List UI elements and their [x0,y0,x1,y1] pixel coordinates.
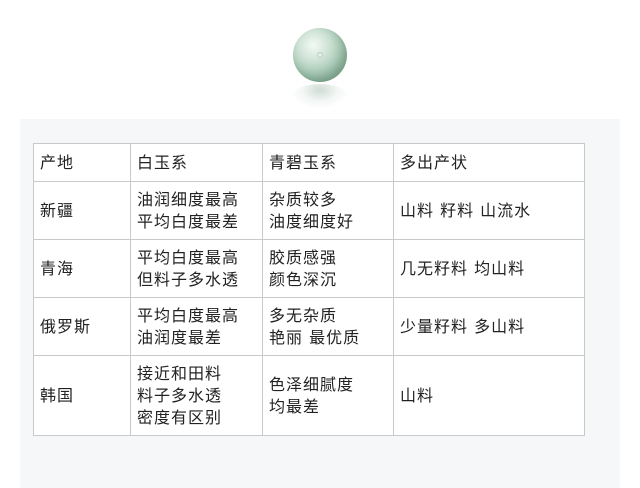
cell-white-jade: 平均白度最高 但料子多水透 [130,239,263,298]
table-row: 俄罗斯 平均白度最高 油润度最差 多无杂质 艳丽 最优质 少量籽料 多山料 [33,297,585,356]
header-origin: 产地 [33,143,131,182]
table-row: 新疆 油润细度最高 平均白度最差 杂质较多 油度细度好 山料 籽料 山流水 [33,181,585,240]
bead-hole [317,52,323,58]
cell-line: 密度有区别 [137,407,223,427]
cell-line: 杂质较多 [269,189,338,209]
cell-line: 油度细度好 [269,211,355,231]
cell-green-jade: 胶质感强 颜色深沉 [262,239,394,298]
cell-origin: 新疆 [33,181,131,240]
cell-forms: 少量籽料 多山料 [393,297,585,356]
cell-line: 油润度最差 [137,327,223,347]
cell-line: 油润细度最高 [137,189,240,209]
jade-bead-icon [293,28,347,82]
cell-white-jade: 接近和田料 料子多水透 密度有区别 [130,355,263,436]
cell-forms: 山料 籽料 山流水 [393,181,585,240]
cell-line: 胶质感强 [269,247,338,267]
jade-bead-image [290,28,350,112]
cell-line: 平均白度最高 [137,247,240,267]
header-white-jade: 白玉系 [130,143,263,182]
table-row: 青海 平均白度最高 但料子多水透 胶质感强 颜色深沉 几无籽料 均山料 [33,239,585,298]
cell-white-jade: 油润细度最高 平均白度最差 [130,181,263,240]
cell-forms: 山料 [393,355,585,436]
header-green-jade: 青碧玉系 [262,143,394,182]
cell-white-jade: 平均白度最高 油润度最差 [130,297,263,356]
jade-comparison-table: 产地 白玉系 青碧玉系 多出产状 新疆 油润细度最高 平均白度最差 杂质较多 油… [33,143,585,436]
cell-forms: 几无籽料 均山料 [393,239,585,298]
cell-line: 接近和田料 [137,363,223,383]
cell-line: 平均白度最高 [137,305,240,325]
cell-origin: 韩国 [33,355,131,436]
bead-reflection [292,84,348,108]
cell-line: 但料子多水透 [137,269,240,289]
cell-origin: 青海 [33,239,131,298]
cell-line: 颜色深沉 [269,269,338,289]
table-header-row: 产地 白玉系 青碧玉系 多出产状 [33,143,585,182]
cell-line: 艳丽 最优质 [269,327,361,347]
cell-green-jade: 色泽细腻度 均最差 [262,355,394,436]
cell-line: 色泽细腻度 [269,374,355,394]
cell-line: 平均白度最差 [137,211,240,231]
header-forms: 多出产状 [393,143,585,182]
cell-line: 料子多水透 [137,385,223,405]
cell-line: 均最差 [269,396,321,416]
cell-line: 多无杂质 [269,305,338,325]
cell-green-jade: 多无杂质 艳丽 最优质 [262,297,394,356]
cell-origin: 俄罗斯 [33,297,131,356]
table-row: 韩国 接近和田料 料子多水透 密度有区别 色泽细腻度 均最差 山料 [33,355,585,436]
cell-green-jade: 杂质较多 油度细度好 [262,181,394,240]
